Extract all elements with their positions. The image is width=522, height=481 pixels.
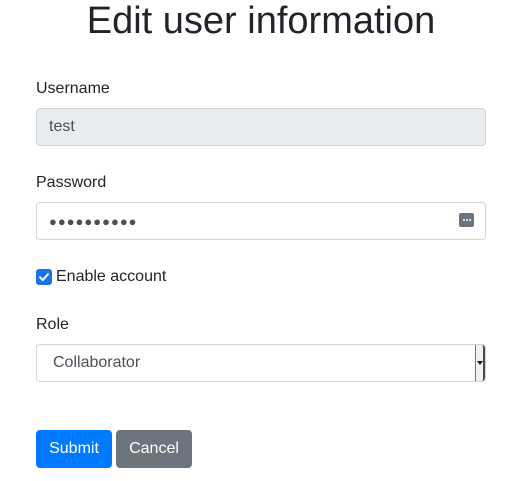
edit-user-page: Edit user information Username test Pass… [0, 0, 522, 481]
password-field[interactable]: ●●●●●●●●●● [36, 202, 486, 240]
username-label: Username [36, 80, 110, 97]
enable-account-label[interactable]: Enable account [56, 268, 166, 286]
password-reveal-icon[interactable] [459, 213, 474, 227]
enable-account-checkbox[interactable] [36, 269, 52, 285]
cancel-button[interactable]: Cancel [116, 430, 192, 468]
checkmark-icon [39, 273, 49, 281]
chevron-down-icon [476, 361, 483, 365]
role-label: Role [36, 316, 69, 333]
role-selected-value: Collaborator [53, 354, 141, 371]
username-value: test [49, 118, 75, 135]
username-field[interactable]: test [36, 108, 486, 146]
password-value: ●●●●●●●●●● [49, 213, 138, 229]
submit-button[interactable]: Submit [36, 430, 112, 468]
role-select[interactable]: Collaborator [36, 344, 486, 382]
role-select-toggle[interactable] [475, 345, 485, 381]
enable-account-row[interactable]: Enable account [36, 268, 166, 286]
password-label: Password [36, 174, 107, 191]
page-title: Edit user information [86, 0, 436, 42]
